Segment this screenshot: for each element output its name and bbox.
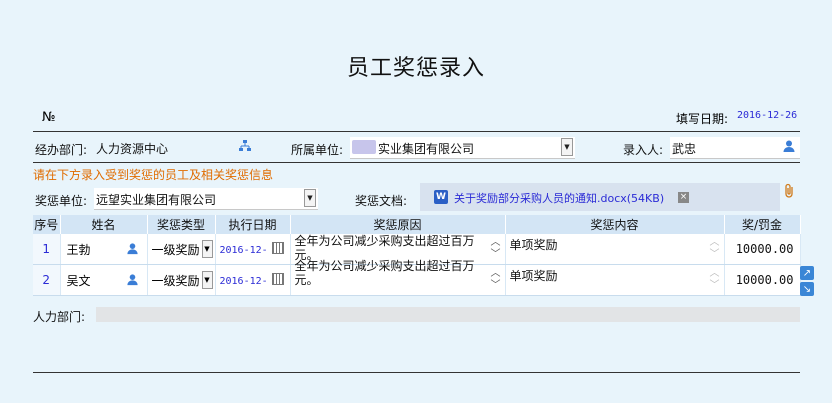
scroll-arrows[interactable]: ︿ ﹀ (491, 268, 501, 292)
entry-person-value: 武忠 (672, 142, 697, 156)
chevron-down-icon[interactable]: ▼ (201, 240, 213, 258)
exec-date: 2016-12- (219, 245, 268, 256)
date-cell[interactable]: 2016-12- (215, 264, 291, 296)
redacted-text (352, 140, 376, 154)
chevron-down-icon[interactable]: ﹀ (710, 280, 720, 292)
reward-unit-label: 奖惩单位: (35, 194, 88, 208)
paperclip-icon[interactable] (783, 183, 795, 202)
content-cell[interactable]: 单项奖励 ︿ ﹀ (505, 234, 725, 265)
employee-name: 王勃 (66, 242, 91, 257)
scroll-arrows[interactable]: ︿ ﹀ (710, 237, 720, 261)
org-tree-icon[interactable] (238, 139, 252, 156)
unit-label: 所属单位: (291, 143, 344, 157)
chevron-up-icon[interactable]: ︿ (710, 237, 720, 249)
column-header: 执行日期 (215, 215, 291, 234)
divider (33, 372, 800, 373)
column-header: 奖/罚金 (724, 215, 801, 234)
row-seq: 2 (33, 264, 61, 296)
unit-value: 实业集团有限公司 (378, 142, 475, 156)
calendar-icon[interactable] (271, 242, 284, 254)
content-text: 单项奖励 (509, 238, 558, 252)
doc-file-link[interactable]: 关于奖励部分采购人员的通知.docx(54KB) (454, 190, 664, 206)
entry-person-label: 录入人: (623, 143, 664, 157)
column-header: 奖惩类型 (147, 215, 216, 234)
user-select-icon[interactable] (126, 242, 139, 259)
divider (33, 162, 800, 163)
type-select[interactable]: 一级奖励 ▼ (147, 264, 216, 296)
collapse-icon[interactable]: ↘ (800, 282, 814, 296)
exec-date: 2016-12- (219, 276, 268, 287)
name-cell[interactable]: 王勃 (60, 234, 148, 265)
remove-file-icon[interactable]: × (678, 192, 689, 203)
divider (33, 131, 800, 132)
hr-dept-label: 人力部门: (33, 310, 86, 324)
doc-attachment-area[interactable]: W 关于奖励部分采购人员的通知.docx(54KB) × (420, 183, 780, 211)
scroll-arrows[interactable]: ︿ ﹀ (491, 237, 501, 261)
content-cell[interactable]: 单项奖励 ︿ ﹀ (505, 264, 725, 296)
column-header: 序号 (33, 215, 61, 234)
chevron-up-icon[interactable]: ︿ (491, 237, 501, 249)
chevron-down-icon[interactable]: ▼ (201, 271, 213, 289)
dept-value: 人力资源中心 (96, 142, 169, 156)
number-label: № (42, 110, 56, 125)
calendar-icon[interactable] (271, 273, 284, 285)
type-value: 一级奖励 (151, 242, 200, 257)
table-row: 2 吴文 一级奖励 ▼ 2016-12- 全年为公司减少采购支出超过百万元。 ︿… (33, 259, 801, 296)
reward-table: 序号 姓名 奖惩类型 执行日期 奖惩原因 奖惩内容 奖/罚金 1 王勃 一级奖励… (33, 215, 801, 296)
reward-unit-select[interactable]: 远望实业集团有限公司 ▼ (94, 188, 318, 210)
column-header: 姓名 (60, 215, 148, 234)
reason-cell[interactable]: 全年为公司减少采购支出超过百万元。 ︿ ﹀ (290, 259, 506, 296)
row-seq: 1 (33, 234, 61, 265)
reason-text: 全年为公司减少采购支出超过百万元。 (294, 259, 475, 287)
scroll-arrows[interactable]: ︿ ﹀ (710, 268, 720, 292)
page-title: 员工奖惩录入 (346, 56, 485, 81)
column-header: 奖惩内容 (505, 215, 725, 234)
type-value: 一级奖励 (151, 273, 200, 288)
amount-cell[interactable]: 10000.00 (724, 264, 801, 296)
content-text: 单项奖励 (509, 269, 558, 283)
reward-unit-value: 远望实业集团有限公司 (96, 193, 217, 207)
doc-label: 奖惩文档: (355, 194, 408, 208)
table-header-row: 序号 姓名 奖惩类型 执行日期 奖惩原因 奖惩内容 奖/罚金 (33, 215, 801, 234)
chevron-down-icon[interactable]: ▼ (304, 189, 316, 207)
dept-field[interactable]: 人力资源中心 (94, 137, 262, 159)
fill-date-label: 填写日期: (676, 112, 729, 126)
entry-person-field[interactable]: 武忠 (670, 137, 800, 159)
chevron-down-icon[interactable]: ▼ (561, 138, 573, 156)
user-select-icon[interactable] (782, 139, 796, 156)
hint-text: 请在下方录入受到奖惩的员工及相关奖惩信息 (33, 168, 274, 182)
unit-select[interactable]: 实业集团有限公司 ▼ (350, 137, 575, 159)
chevron-down-icon[interactable]: ﹀ (710, 249, 720, 261)
word-doc-icon: W (434, 190, 448, 204)
fill-date-value: 2016-12-26 (737, 110, 798, 121)
expand-icon[interactable]: ↗ (800, 266, 814, 280)
date-cell[interactable]: 2016-12- (215, 234, 291, 265)
chevron-down-icon[interactable]: ﹀ (491, 280, 501, 292)
amount-cell[interactable]: 10000.00 (724, 234, 801, 265)
employee-name: 吴文 (66, 273, 91, 288)
user-select-icon[interactable] (126, 273, 139, 290)
column-header: 奖惩原因 (290, 215, 506, 234)
name-cell[interactable]: 吴文 (60, 264, 148, 296)
dept-label: 经办部门: (35, 143, 88, 157)
chevron-up-icon[interactable]: ︿ (710, 268, 720, 280)
chevron-up-icon[interactable]: ︿ (491, 268, 501, 280)
hr-dept-field[interactable] (96, 307, 800, 322)
type-select[interactable]: 一级奖励 ▼ (147, 234, 216, 265)
